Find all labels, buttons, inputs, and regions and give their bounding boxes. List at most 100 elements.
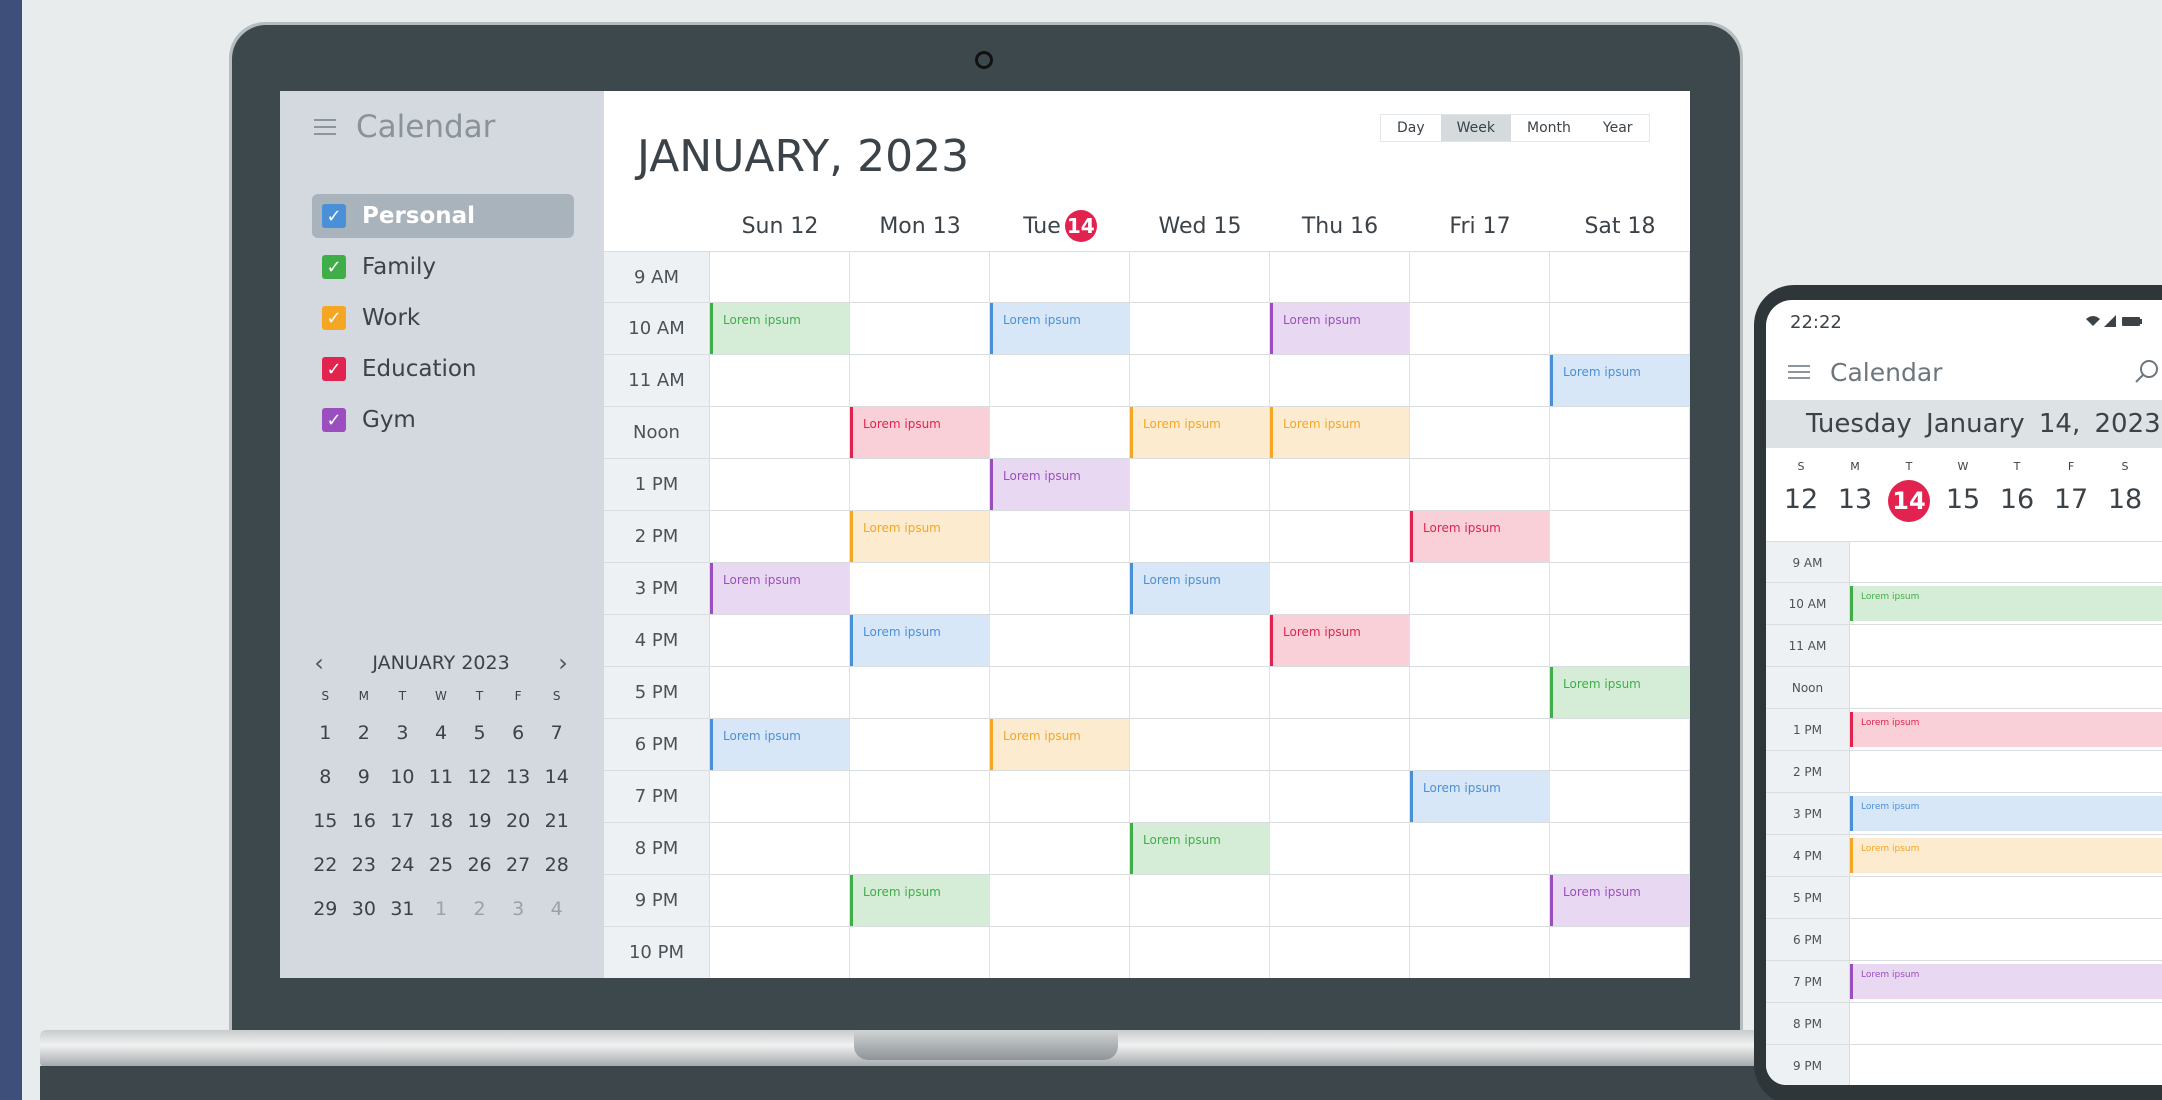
time-slot[interactable]: Lorem ipsum: [1130, 407, 1270, 458]
time-slot[interactable]: [850, 252, 990, 302]
mini-calendar-day[interactable]: 5: [460, 711, 499, 755]
time-slot[interactable]: [1550, 511, 1690, 562]
phone-time-slot[interactable]: [1850, 667, 2162, 708]
mini-calendar-day[interactable]: 7: [537, 711, 576, 755]
time-slot[interactable]: [1410, 927, 1550, 978]
time-slot[interactable]: [990, 771, 1130, 822]
time-slot[interactable]: Lorem ipsum: [990, 303, 1130, 354]
phone-week-day[interactable]: S 12: [1774, 460, 1828, 522]
time-slot[interactable]: [1270, 459, 1410, 510]
time-slot[interactable]: Lorem ipsum: [850, 875, 990, 926]
day-header[interactable]: Tue 14: [990, 209, 1130, 243]
time-slot[interactable]: [1410, 823, 1550, 874]
event-personal[interactable]: Lorem ipsum: [990, 303, 1129, 354]
phone-time-slot[interactable]: [1850, 919, 2162, 960]
mini-calendar-day[interactable]: 30: [345, 887, 384, 931]
phone-week-day[interactable]: M 13: [1828, 460, 1882, 522]
calendar-item-work[interactable]: ✓ Work: [312, 296, 574, 340]
mini-calendar-day[interactable]: 8: [306, 755, 345, 799]
time-slot[interactable]: [1410, 355, 1550, 406]
checkbox-checked-icon[interactable]: ✓: [322, 255, 346, 279]
time-slot[interactable]: Lorem ipsum: [1410, 771, 1550, 822]
mini-calendar-day[interactable]: 31: [383, 887, 422, 931]
time-slot[interactable]: [1130, 511, 1270, 562]
time-slot[interactable]: [850, 719, 990, 770]
phone-time-slot[interactable]: Lorem ipsum: [1850, 583, 2162, 624]
mini-calendar-day[interactable]: 14: [537, 755, 576, 799]
time-slot[interactable]: [1410, 252, 1550, 302]
time-slot[interactable]: [1270, 667, 1410, 718]
time-slot[interactable]: [1270, 252, 1410, 302]
calendar-item-family[interactable]: ✓ Family: [312, 245, 574, 289]
mini-calendar-day[interactable]: 2: [345, 711, 384, 755]
time-slot[interactable]: [1550, 615, 1690, 666]
event-work[interactable]: Lorem ipsum: [1130, 407, 1269, 458]
chevron-right-icon[interactable]: ›: [550, 649, 576, 677]
time-slot[interactable]: Lorem ipsum: [710, 303, 850, 354]
time-slot[interactable]: [990, 407, 1130, 458]
time-slot[interactable]: [1130, 303, 1270, 354]
phone-event-personal[interactable]: Lorem ipsum: [1850, 796, 2162, 831]
time-slot[interactable]: [990, 823, 1130, 874]
time-slot[interactable]: [1550, 823, 1690, 874]
event-family[interactable]: Lorem ipsum: [850, 875, 989, 926]
phone-time-slot[interactable]: [1850, 1003, 2162, 1044]
time-slot[interactable]: [1550, 563, 1690, 614]
mini-calendar-day[interactable]: 17: [383, 799, 422, 843]
event-work[interactable]: Lorem ipsum: [1270, 407, 1409, 458]
time-slot[interactable]: [1130, 667, 1270, 718]
time-slot[interactable]: [1550, 771, 1690, 822]
time-slot[interactable]: [710, 355, 850, 406]
time-slot[interactable]: [1130, 771, 1270, 822]
time-slot[interactable]: [1130, 719, 1270, 770]
event-education[interactable]: Lorem ipsum: [1410, 511, 1549, 562]
view-button-year[interactable]: Year: [1587, 115, 1649, 141]
time-slot[interactable]: [1270, 823, 1410, 874]
time-slot[interactable]: [1550, 927, 1690, 978]
time-slot[interactable]: [710, 459, 850, 510]
mini-calendar-day[interactable]: 13: [499, 755, 538, 799]
time-slot[interactable]: Lorem ipsum: [710, 719, 850, 770]
time-slot[interactable]: [990, 615, 1130, 666]
mini-calendar-day[interactable]: 26: [460, 843, 499, 887]
time-slot[interactable]: [850, 771, 990, 822]
day-header[interactable]: Sun 12: [710, 209, 850, 243]
time-slot[interactable]: Lorem ipsum: [710, 563, 850, 614]
time-slot[interactable]: [1270, 875, 1410, 926]
time-slot[interactable]: [710, 407, 850, 458]
event-gym[interactable]: Lorem ipsum: [1550, 875, 1689, 926]
mini-calendar-day[interactable]: 9: [345, 755, 384, 799]
day-header[interactable]: Thu 16: [1270, 209, 1410, 243]
event-gym[interactable]: Lorem ipsum: [1270, 303, 1409, 354]
event-personal[interactable]: Lorem ipsum: [710, 719, 849, 770]
time-slot[interactable]: [1270, 511, 1410, 562]
event-family[interactable]: Lorem ipsum: [710, 303, 849, 354]
checkbox-checked-icon[interactable]: ✓: [322, 306, 346, 330]
mini-calendar-day[interactable]: 18: [422, 799, 461, 843]
mini-calendar-day[interactable]: 2: [460, 887, 499, 931]
time-slot[interactable]: [1130, 252, 1270, 302]
time-slot[interactable]: [710, 615, 850, 666]
time-slot[interactable]: [1410, 875, 1550, 926]
time-slot[interactable]: [850, 459, 990, 510]
phone-time-slot[interactable]: [1850, 877, 2162, 918]
calendar-item-personal[interactable]: ✓ Personal: [312, 194, 574, 238]
day-header[interactable]: Sat 18: [1550, 209, 1690, 243]
time-slot[interactable]: [990, 252, 1130, 302]
time-slot[interactable]: [1130, 875, 1270, 926]
time-slot[interactable]: [850, 303, 990, 354]
checkbox-checked-icon[interactable]: ✓: [322, 357, 346, 381]
mini-calendar-day[interactable]: 4: [422, 711, 461, 755]
mini-calendar-day[interactable]: 15: [306, 799, 345, 843]
time-slot[interactable]: [1550, 719, 1690, 770]
time-slot[interactable]: Lorem ipsum: [1270, 615, 1410, 666]
mini-calendar-day[interactable]: 6: [499, 711, 538, 755]
hamburger-menu-icon[interactable]: [1788, 364, 1810, 381]
mini-calendar-day[interactable]: 3: [383, 711, 422, 755]
mini-calendar-day[interactable]: 23: [345, 843, 384, 887]
view-button-week[interactable]: Week: [1440, 115, 1512, 141]
phone-time-slot[interactable]: [1850, 625, 2162, 666]
time-slot[interactable]: [710, 511, 850, 562]
time-slot[interactable]: [1130, 615, 1270, 666]
mini-calendar-day[interactable]: 16: [345, 799, 384, 843]
